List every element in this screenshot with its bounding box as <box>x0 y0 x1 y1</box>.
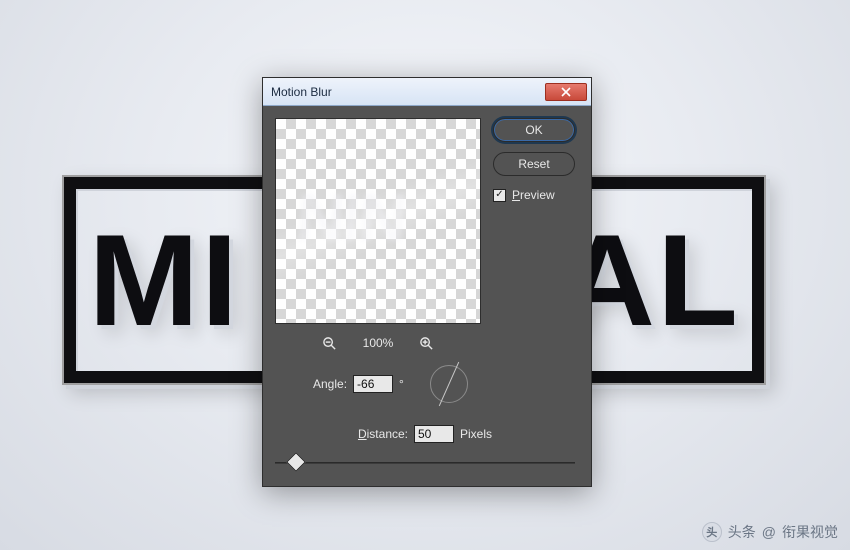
distance-label: Distance: <box>358 427 408 441</box>
angle-input[interactable] <box>353 375 393 393</box>
dialog-body: NIN 100% OK Reset ✓ Preview Angle: ° <box>271 114 583 478</box>
distance-unit: Pixels <box>460 427 492 441</box>
zoom-controls: 100% <box>275 330 481 356</box>
angle-row: Angle: ° <box>275 364 575 404</box>
distance-slider[interactable] <box>275 452 575 474</box>
angle-dial[interactable] <box>430 365 468 403</box>
close-button[interactable] <box>545 83 587 101</box>
bg-text-left: MI <box>89 205 240 355</box>
angle-label: Angle: <box>313 377 347 391</box>
preview-ghost-text: NIN <box>293 179 472 257</box>
filter-preview[interactable]: NIN <box>275 118 481 324</box>
zoom-out-button[interactable] <box>322 336 337 351</box>
close-icon <box>561 87 571 97</box>
watermark-at: @ <box>762 524 776 540</box>
watermark-prefix: 头条 <box>728 522 756 542</box>
dialog-button-column: OK Reset ✓ Preview <box>493 118 575 202</box>
watermark-logo-icon: 头 <box>702 522 722 542</box>
zoom-in-icon <box>419 336 434 351</box>
motion-blur-dialog: Motion Blur NIN 100% OK Reset ✓ Preview <box>262 77 592 487</box>
zoom-out-icon <box>322 336 337 351</box>
ok-button[interactable]: OK <box>493 118 575 142</box>
distance-row: Distance: Pixels <box>275 414 575 454</box>
watermark-name: 衔果视觉 <box>782 522 838 542</box>
preview-toggle-row: ✓ Preview <box>493 188 575 202</box>
dialog-titlebar[interactable]: Motion Blur <box>263 78 591 106</box>
slider-thumb[interactable] <box>286 452 306 472</box>
preview-label: Preview <box>512 188 555 202</box>
preview-checkbox[interactable]: ✓ <box>493 189 506 202</box>
zoom-level: 100% <box>363 336 394 350</box>
angle-unit: ° <box>399 377 404 391</box>
distance-input[interactable] <box>414 425 454 443</box>
slider-track <box>275 462 575 464</box>
reset-button[interactable]: Reset <box>493 152 575 176</box>
watermark: 头 头条 @ 衔果视觉 <box>702 522 838 542</box>
dialog-title: Motion Blur <box>271 85 545 99</box>
zoom-in-button[interactable] <box>419 336 434 351</box>
